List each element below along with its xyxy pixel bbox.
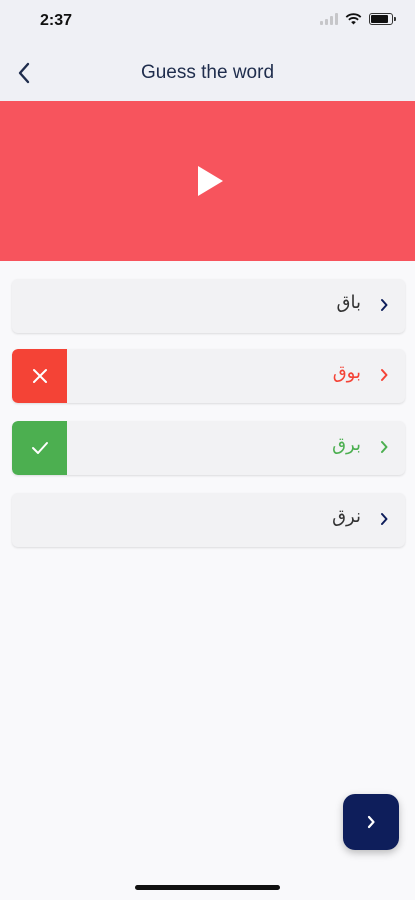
play-icon	[198, 166, 223, 196]
next-button[interactable]	[343, 794, 399, 850]
nav-bar: Guess the word	[0, 46, 415, 101]
home-indicator	[135, 885, 280, 890]
answer-option-3[interactable]: برق	[12, 421, 405, 475]
status-icons	[320, 13, 396, 25]
status-bar: 2:37	[0, 0, 415, 46]
chevron-right-icon	[367, 815, 375, 829]
option-word: بوق	[332, 362, 361, 383]
audio-banner	[0, 101, 415, 261]
close-icon	[32, 369, 47, 383]
battery-icon	[369, 13, 396, 25]
checkmark-icon	[31, 442, 48, 454]
page-title: Guess the word	[140, 62, 275, 83]
option-word: نرق	[332, 506, 361, 527]
answer-option-4[interactable]: نرق	[12, 493, 405, 547]
signal-icon	[320, 13, 338, 25]
chevron-right-icon	[381, 441, 388, 453]
play-button[interactable]	[185, 156, 235, 206]
status-time: 2:37	[40, 12, 73, 29]
chevron-right-icon	[381, 513, 388, 525]
option-word: باق	[336, 292, 361, 313]
answer-option-2[interactable]: بوق	[12, 349, 405, 403]
chevron-right-icon	[381, 299, 388, 311]
answer-option-1[interactable]: باق	[12, 279, 405, 333]
wifi-icon	[345, 13, 362, 25]
option-word: برق	[332, 434, 361, 455]
correct-indicator	[12, 421, 67, 475]
wrong-indicator	[12, 349, 67, 403]
chevron-right-icon	[381, 369, 388, 381]
